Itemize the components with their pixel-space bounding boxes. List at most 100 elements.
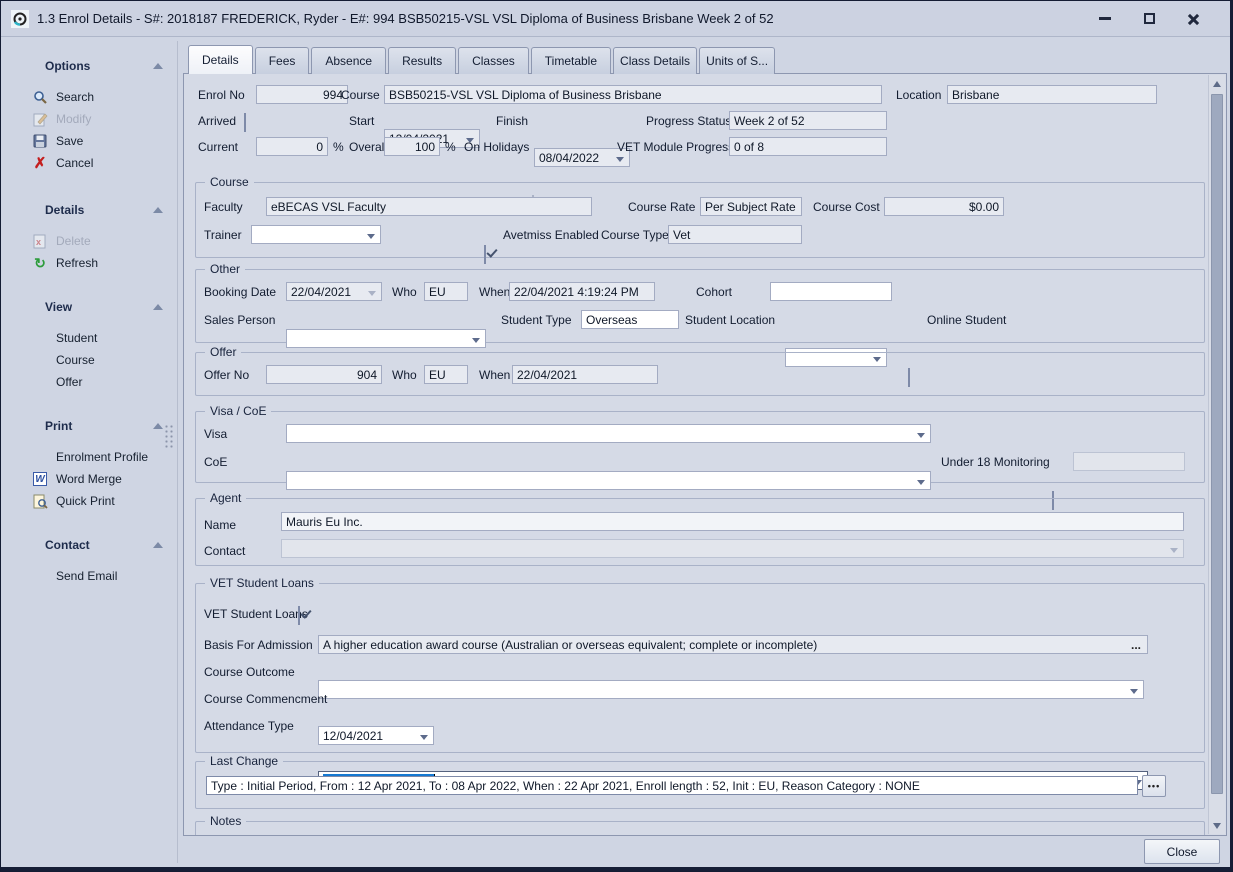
sidebar-item-enrolment-profile[interactable]: Enrolment Profile xyxy=(31,446,163,468)
course-type-field[interactable]: Vet xyxy=(668,225,802,244)
sidebar-item-refresh[interactable]: ↻ Refresh xyxy=(31,252,163,274)
attendance-type-label: Attendance Type xyxy=(204,717,294,736)
visa-dropdown[interactable] xyxy=(286,424,931,443)
sidebar-item-course[interactable]: Course xyxy=(31,349,163,371)
basis-ellipsis-button[interactable]: ... xyxy=(1129,638,1143,652)
splitter-handle[interactable] xyxy=(164,424,174,450)
arrived-label: Arrived xyxy=(198,112,236,131)
section-title: Details xyxy=(45,203,84,217)
current-percent-sign: % xyxy=(333,138,344,157)
sidebar-item-modify[interactable]: Modify xyxy=(31,108,163,130)
avetmiss-label: Avetmiss Enabled xyxy=(503,226,599,245)
sales-person-dropdown[interactable] xyxy=(286,329,486,348)
section-title: Options xyxy=(45,59,90,73)
cohort-label: Cohort xyxy=(696,283,732,302)
tab-classes[interactable]: Classes xyxy=(458,47,529,74)
vet-module-field[interactable]: 0 of 8 xyxy=(729,137,887,156)
overall-percent-field[interactable]: 100 xyxy=(384,137,440,156)
agent-group: Agent Name Mauris Eu Inc. Contact xyxy=(195,498,1205,566)
course-rate-label: Course Rate xyxy=(628,198,695,217)
sidebar-item-word-merge[interactable]: W Word Merge xyxy=(31,468,163,490)
tab-fees[interactable]: Fees xyxy=(255,47,310,74)
finish-date-dropdown[interactable]: 08/04/2022 xyxy=(534,148,630,167)
enrol-no-label: Enrol No xyxy=(198,86,245,105)
sidebar-item-cancel[interactable]: ✗ Cancel xyxy=(31,152,163,174)
under18-field xyxy=(1073,452,1185,471)
sidebar-item-student[interactable]: Student xyxy=(31,327,163,349)
tab-strip: Details Fees Absence Results Classes Tim… xyxy=(188,47,775,74)
collapse-icon[interactable] xyxy=(153,542,163,548)
booking-when-label: When xyxy=(479,283,510,302)
close-button[interactable]: Close xyxy=(1144,839,1220,864)
collapse-icon[interactable] xyxy=(153,304,163,310)
agent-name-field[interactable]: Mauris Eu Inc. xyxy=(281,512,1184,531)
vertical-scrollbar[interactable] xyxy=(1208,75,1225,834)
agent-contact-dropdown[interactable] xyxy=(281,539,1184,558)
tab-label: Absence xyxy=(325,54,372,68)
course-field[interactable]: BSB50215-VSL VSL Diploma of Business Bri… xyxy=(384,85,882,104)
arrived-checkbox[interactable] xyxy=(244,113,246,132)
save-icon xyxy=(31,133,49,149)
current-percent-field[interactable]: 0 xyxy=(256,137,328,156)
group-title: Notes xyxy=(205,814,246,828)
maximize-button[interactable] xyxy=(1134,8,1164,30)
progress-status-field[interactable]: Week 2 of 52 xyxy=(729,111,887,130)
trainer-dropdown[interactable] xyxy=(251,225,381,244)
vsl-checkbox[interactable] xyxy=(298,606,300,625)
scroll-up-button[interactable] xyxy=(1209,75,1225,92)
course-outcome-dropdown[interactable] xyxy=(318,680,1144,699)
scrollbar-thumb[interactable] xyxy=(1211,94,1223,794)
sidebar-item-search[interactable]: Search xyxy=(31,86,163,108)
booking-who-field[interactable]: EU xyxy=(424,282,468,301)
booking-date-dropdown[interactable]: 22/04/2021 xyxy=(286,282,382,301)
sales-person-label: Sales Person xyxy=(204,311,275,330)
tab-absence[interactable]: Absence xyxy=(311,47,386,74)
sidebar-header-options[interactable]: Options xyxy=(31,59,163,73)
minimize-button[interactable] xyxy=(1090,8,1120,30)
collapse-icon[interactable] xyxy=(153,207,163,213)
window-frame-right xyxy=(1230,1,1232,871)
avetmiss-checkbox[interactable] xyxy=(484,245,486,264)
collapse-icon[interactable] xyxy=(153,423,163,429)
last-change-field[interactable]: Type : Initial Period, From : 12 Apr 202… xyxy=(206,776,1138,795)
course-cost-field[interactable]: $0.00 xyxy=(884,197,1004,216)
location-field[interactable]: Brisbane xyxy=(947,85,1157,104)
offer-when-field[interactable]: 22/04/2021 xyxy=(512,365,658,384)
course-rate-field[interactable]: Per Subject Rate xyxy=(700,197,802,216)
tab-units-of-study[interactable]: Units of S... xyxy=(699,47,775,74)
enrol-no-field[interactable]: 994 xyxy=(256,85,348,104)
sidebar-header-print[interactable]: Print xyxy=(31,419,163,433)
sidebar-header-view[interactable]: View xyxy=(31,300,163,314)
sidebar-item-label: Search xyxy=(56,90,94,104)
sidebar-item-send-email[interactable]: Send Email xyxy=(31,565,163,587)
scroll-down-button[interactable] xyxy=(1209,817,1225,834)
tab-details[interactable]: Details xyxy=(188,45,253,74)
student-location-label: Student Location xyxy=(685,311,775,330)
tab-class-details[interactable]: Class Details xyxy=(613,47,697,74)
sidebar-header-contact[interactable]: Contact xyxy=(31,538,163,552)
minimize-icon xyxy=(1099,17,1111,20)
last-change-ellipsis-button[interactable]: ••• xyxy=(1142,775,1166,797)
sidebar-item-delete[interactable]: x Delete xyxy=(31,230,163,252)
offer-who-field[interactable]: EU xyxy=(424,365,468,384)
coe-dropdown[interactable] xyxy=(286,471,931,490)
faculty-field[interactable]: eBECAS VSL Faculty xyxy=(266,197,592,216)
close-window-button[interactable] xyxy=(1178,8,1208,30)
close-icon xyxy=(1187,13,1199,25)
tab-results[interactable]: Results xyxy=(388,47,456,74)
svg-text:x: x xyxy=(36,237,41,247)
booking-when-field[interactable]: 22/04/2021 4:19:24 PM xyxy=(509,282,655,301)
sidebar-item-save[interactable]: Save xyxy=(31,130,163,152)
tab-timetable[interactable]: Timetable xyxy=(531,47,611,74)
sidebar-item-offer[interactable]: Offer xyxy=(31,371,163,393)
collapse-icon[interactable] xyxy=(153,63,163,69)
student-type-field[interactable]: Overseas xyxy=(581,310,679,329)
sidebar-header-details[interactable]: Details xyxy=(31,203,163,217)
section-title: Contact xyxy=(45,538,90,552)
sidebar-item-quick-print[interactable]: Quick Print xyxy=(31,490,163,512)
sidebar-item-label: Enrolment Profile xyxy=(56,450,148,464)
course-commencement-dropdown[interactable]: 12/04/2021 xyxy=(318,726,434,745)
offer-no-field[interactable]: 904 xyxy=(266,365,382,384)
basis-field[interactable]: A higher education award course (Austral… xyxy=(318,635,1148,654)
cohort-field[interactable] xyxy=(770,282,892,301)
